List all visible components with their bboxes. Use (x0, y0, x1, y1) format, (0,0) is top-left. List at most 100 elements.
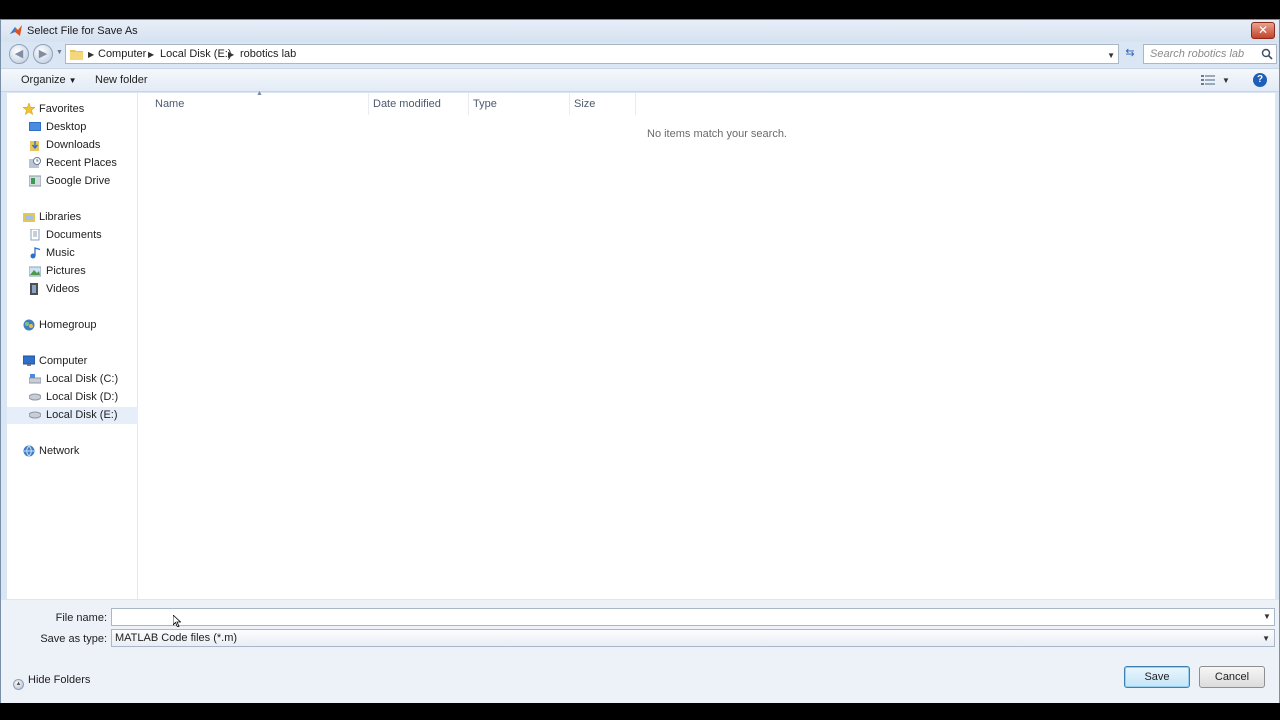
libraries-icon (23, 213, 35, 222)
downloads-folder-icon (30, 141, 39, 151)
column-header-size[interactable]: Size (574, 98, 595, 110)
save-as-type-label: Save as type: (40, 633, 107, 645)
command-toolbar: Organize ▼ New folder ▼ ? (1, 68, 1279, 92)
search-icon[interactable] (1261, 48, 1273, 60)
organize-menu[interactable]: Organize ▼ (21, 74, 77, 86)
nav-label: Google Drive (46, 175, 111, 187)
back-arrow-icon: ◀ (14, 48, 24, 60)
cancel-button[interactable]: Cancel (1199, 666, 1265, 688)
hide-folders-label: Hide Folders (28, 674, 91, 686)
star-icon (23, 103, 35, 115)
save-as-dialog: Select File for Save As ✕ ◀ ▶ ▼ ▶ Comput… (0, 19, 1280, 704)
nav-label: Pictures (46, 265, 86, 277)
column-divider[interactable] (468, 93, 469, 115)
nav-favorites[interactable]: Favorites (7, 101, 138, 118)
address-row: ◀ ▶ ▼ ▶ Computer ▶ Local Disk (E:) ▶ rob… (1, 42, 1279, 66)
nav-label: Local Disk (C:) (46, 373, 119, 385)
save-form: File name: ▼ Save as type: MATLAB Code f… (1, 600, 1279, 704)
address-bar[interactable]: ▶ Computer ▶ Local Disk (E:) ▶ robotics … (65, 44, 1119, 64)
nav-videos[interactable]: Videos (7, 281, 138, 298)
nav-label: Videos (46, 283, 80, 295)
nav-recent-places[interactable]: Recent Places (7, 155, 138, 172)
folder-icon (70, 50, 83, 60)
column-divider[interactable] (569, 93, 570, 115)
refresh-icon: ⇆ (1125, 47, 1135, 59)
file-list[interactable]: ▲ Name Date modified Type Size No items … (139, 90, 1275, 599)
video-letterbox-bottom (0, 703, 1280, 720)
title-bar: Select File for Save As ✕ (1, 20, 1279, 42)
nav-google-drive[interactable]: Google Drive (7, 173, 138, 190)
nav-computer[interactable]: Computer (7, 353, 138, 370)
refresh-button[interactable]: ⇆ (1123, 46, 1137, 62)
breadcrumb-local-disk-e[interactable]: Local Disk (E:) (160, 48, 232, 60)
column-divider[interactable] (635, 93, 636, 115)
nav-label: Favorites (39, 103, 85, 115)
save-as-type-select[interactable]: MATLAB Code files (*.m) ▼ (111, 629, 1275, 647)
nav-label: Network (39, 445, 80, 457)
network-icon (23, 445, 35, 457)
nav-homegroup[interactable]: Homegroup (7, 317, 138, 334)
view-options-icon[interactable] (1201, 74, 1215, 86)
nav-local-disk-d[interactable]: Local Disk (D:) (7, 389, 138, 406)
nav-network[interactable]: Network (7, 443, 138, 460)
new-folder-button[interactable]: New folder (95, 74, 148, 86)
chevron-right-icon[interactable]: ▶ (228, 50, 234, 59)
nav-label: Computer (39, 355, 88, 367)
file-name-dropdown-icon[interactable]: ▼ (1263, 612, 1271, 621)
hard-drive-icon (29, 393, 41, 401)
file-name-field[interactable] (111, 608, 1275, 626)
nav-label: Local Disk (E:) (46, 409, 118, 421)
organize-label: Organize (21, 74, 66, 86)
column-header-date-modified[interactable]: Date modified (373, 98, 441, 110)
save-as-type-value: MATLAB Code files (*.m) (115, 632, 238, 644)
system-drive-icon (29, 374, 41, 384)
column-divider[interactable] (368, 93, 369, 115)
nav-label: Downloads (46, 139, 101, 151)
hard-drive-icon (29, 411, 41, 419)
nav-label: Recent Places (46, 157, 117, 169)
nav-music[interactable]: Music (7, 245, 138, 262)
pictures-icon (29, 266, 41, 277)
nav-pictures[interactable]: Pictures (7, 263, 138, 280)
window-title: Select File for Save As (27, 25, 138, 37)
hide-folders-toggle[interactable]: ▲ Hide Folders (13, 674, 90, 690)
chevron-down-icon: ▼ (1262, 634, 1270, 643)
chevron-right-icon[interactable]: ▶ (148, 50, 154, 59)
breadcrumb-robotics-lab[interactable]: robotics lab (240, 48, 296, 60)
close-button[interactable]: ✕ (1251, 22, 1275, 39)
chevron-right-icon[interactable]: ▶ (88, 50, 94, 59)
mouse-cursor-icon (173, 615, 181, 627)
nav-desktop[interactable]: Desktop (7, 119, 138, 136)
homegroup-icon (23, 319, 35, 331)
breadcrumb-computer[interactable]: Computer (98, 48, 146, 60)
music-icon (30, 247, 41, 259)
address-dropdown-icon[interactable]: ▼ (1107, 51, 1115, 60)
save-button[interactable]: Save (1124, 666, 1190, 688)
nav-downloads[interactable]: Downloads (7, 137, 138, 154)
file-name-label: File name: (55, 612, 107, 624)
recent-places-icon (29, 157, 41, 168)
nav-label: Libraries (39, 211, 82, 223)
help-icon[interactable]: ? (1253, 73, 1267, 87)
nav-libraries[interactable]: Libraries (7, 209, 138, 226)
view-dropdown-icon[interactable]: ▼ (1222, 76, 1230, 85)
search-input[interactable]: Search robotics lab (1143, 44, 1277, 64)
nav-label: Local Disk (D:) (46, 391, 119, 403)
nav-label: Music (46, 247, 75, 259)
navigation-pane[interactable]: Favorites Desktop Downloads Recent Place… (7, 93, 138, 599)
browser-content: Favorites Desktop Downloads Recent Place… (7, 90, 1275, 599)
nav-documents[interactable]: Documents (7, 227, 138, 244)
video-letterbox-top (0, 0, 1280, 19)
nav-local-disk-e[interactable]: Local Disk (E:) (7, 407, 138, 424)
empty-state-message: No items match your search. (647, 128, 787, 140)
collapse-icon: ▲ (13, 679, 24, 690)
back-button[interactable]: ◀ (9, 44, 29, 64)
recent-pages-dropdown-icon[interactable]: ▼ (56, 49, 63, 56)
column-header-type[interactable]: Type (473, 98, 497, 110)
forward-button[interactable]: ▶ (33, 44, 53, 64)
computer-icon (23, 355, 35, 366)
column-header-name[interactable]: Name (155, 98, 184, 110)
forward-arrow-icon: ▶ (38, 48, 48, 60)
google-drive-icon (29, 175, 41, 187)
nav-local-disk-c[interactable]: Local Disk (C:) (7, 371, 138, 388)
